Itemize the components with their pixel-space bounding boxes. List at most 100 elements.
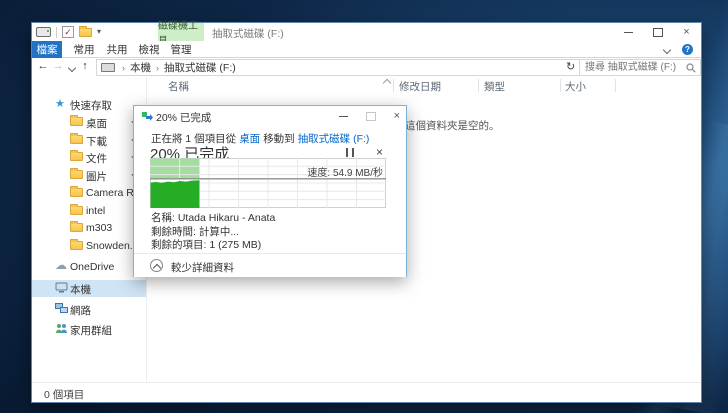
dialog-title: 20% 已完成 xyxy=(156,112,212,124)
destination-link[interactable]: 抽取式磁碟 (F:) xyxy=(298,133,370,145)
column-divider[interactable] xyxy=(615,79,616,92)
pause-button[interactable] xyxy=(346,148,354,157)
speed-label: 速度: 54.9 MB/秒 xyxy=(307,168,383,179)
sidebar-item-label: 文件 xyxy=(86,153,107,165)
ribbon-tab-row: 檔案 常用 共用 檢視 管理 ? xyxy=(32,41,701,58)
navigation-bar: ← → ↑ › 本機 › 抽取式磁碟 (F:) ↻ xyxy=(32,58,701,78)
sidebar-item-this-pc[interactable]: 本機 xyxy=(32,280,146,297)
dialog-title-bar: 20% 已完成 × xyxy=(134,106,406,126)
refresh-icon[interactable]: ↻ xyxy=(566,60,575,73)
folder-icon xyxy=(70,204,83,215)
recent-locations-icon[interactable] xyxy=(67,63,77,73)
operation-middle: 移動到 xyxy=(263,133,295,145)
tab-view[interactable]: 檢視 xyxy=(135,41,163,58)
search-icon xyxy=(686,63,696,73)
dialog-footer: 較少詳細資料 xyxy=(134,254,406,277)
tab-home[interactable]: 常用 xyxy=(70,41,98,58)
minimize-button[interactable] xyxy=(614,23,643,41)
new-folder-icon[interactable] xyxy=(79,25,92,37)
back-button[interactable]: ← xyxy=(36,60,50,72)
address-bar[interactable]: › 本機 › 抽取式磁碟 (F:) xyxy=(96,59,582,76)
sidebar-item-quick-access[interactable]: ★ 快速存取 xyxy=(32,96,146,113)
fewer-details-label[interactable]: 較少詳細資料 xyxy=(171,260,234,275)
column-divider[interactable] xyxy=(393,79,394,92)
search-box[interactable] xyxy=(579,59,701,76)
source-link[interactable]: 桌面 xyxy=(239,133,260,145)
customize-qat-icon[interactable]: ▾ xyxy=(97,27,101,37)
status-bar: 0 個項目 xyxy=(32,382,701,402)
dialog-minimize-icon[interactable] xyxy=(338,115,348,117)
location-drive-icon xyxy=(101,63,115,72)
window-drive-icon xyxy=(36,27,51,37)
sidebar-item-m303[interactable]: m303 xyxy=(32,220,146,237)
tab-file[interactable]: 檔案 xyxy=(32,41,62,58)
minimize-icon xyxy=(624,31,633,33)
empty-folder-message: 這個資料夾是空的。 xyxy=(405,120,500,132)
sidebar-item-label: 下載 xyxy=(86,136,107,148)
sidebar-item-camera-roll[interactable]: Camera Roll xyxy=(32,185,146,202)
sidebar-item-label: 家用群組 xyxy=(70,325,112,337)
transfer-details: 名稱: Utada Hikaru - Anata 剩餘時間: 計算中... 剩餘… xyxy=(151,212,275,253)
column-headers: 名稱 修改日期 類型 大小 xyxy=(147,77,700,94)
cancel-operation-button[interactable]: × xyxy=(376,145,383,159)
sidebar-item-homegroup[interactable]: 家用群組 xyxy=(32,321,146,338)
sidebar-item-label: 本機 xyxy=(70,284,91,296)
tab-manage[interactable]: 管理 xyxy=(167,41,195,58)
forward-button[interactable]: → xyxy=(51,60,65,72)
help-icon[interactable]: ? xyxy=(682,44,693,55)
column-header-modified[interactable]: 修改日期 xyxy=(399,79,441,94)
sidebar-item-label: m303 xyxy=(86,222,113,234)
sidebar-item-desktop[interactable]: 桌面 xyxy=(32,114,146,131)
network-icon xyxy=(55,303,68,313)
folder-icon xyxy=(70,239,83,250)
fewer-details-button[interactable] xyxy=(150,259,163,273)
sort-ascending-icon xyxy=(382,78,392,88)
sidebar-item-onedrive[interactable]: ☁ OneDrive xyxy=(32,259,146,276)
pause-icon xyxy=(352,148,354,157)
sidebar-item-network[interactable]: 網路 xyxy=(32,301,146,318)
sidebar-item-pictures[interactable]: 圖片 xyxy=(32,167,146,184)
sidebar-item-downloads[interactable]: 下載 xyxy=(32,132,146,149)
item-count: 0 個項目 xyxy=(44,389,85,401)
sidebar-item-intel[interactable]: intel xyxy=(32,203,146,220)
sidebar-item-label: 圖片 xyxy=(86,171,107,183)
folder-icon xyxy=(70,168,83,179)
contextual-tab-group-drive-tools: 磁碟機工具 xyxy=(158,21,204,47)
time-remaining-line: 剩餘時間: 計算中... xyxy=(151,225,240,238)
breadcrumb-this-pc[interactable]: 本機 xyxy=(130,60,151,75)
breadcrumb-current[interactable]: 抽取式磁碟 (F:) xyxy=(164,60,236,75)
dialog-window-controls: × xyxy=(338,106,400,126)
sidebar-item-label: intel xyxy=(86,205,106,217)
homegroup-icon xyxy=(56,324,67,333)
computer-icon xyxy=(55,282,68,293)
star-icon: ★ xyxy=(55,98,65,110)
column-divider[interactable] xyxy=(560,79,561,92)
maximize-button[interactable] xyxy=(643,23,672,41)
collapse-ribbon-icon[interactable] xyxy=(662,45,672,54)
onedrive-cloud-icon: ☁ xyxy=(55,258,67,272)
copy-progress-dialog: 20% 已完成 × 正在將 1 個項目從 桌面 移動到 抽取式磁碟 (F:) 20% … xyxy=(133,105,407,277)
desktop-wallpaper: ✓ ▾ 磁碟機工具 抽取式磁碟 (F:) × 檔案 常用 共用 檢視 管理 ? xyxy=(0,0,728,413)
file-transfer-icon xyxy=(142,112,153,121)
sidebar-item-documents[interactable]: 文件 xyxy=(32,149,146,166)
sidebar-item-label: 桌面 xyxy=(86,118,107,130)
up-button[interactable]: ↑ xyxy=(78,60,92,72)
sidebar-item-snowden[interactable]: Snowden.2016.108 xyxy=(32,238,177,255)
close-icon: × xyxy=(683,25,690,38)
search-input[interactable] xyxy=(583,61,685,74)
column-header-name[interactable]: 名稱 xyxy=(168,79,189,94)
column-divider[interactable] xyxy=(478,79,479,92)
properties-check-icon[interactable]: ✓ xyxy=(62,26,74,38)
column-header-type[interactable]: 類型 xyxy=(484,79,505,94)
speed-chart: 速度: 54.9 MB/秒 xyxy=(150,158,386,208)
sidebar-item-label: 網路 xyxy=(70,305,91,317)
sidebar-item-label: OneDrive xyxy=(70,261,115,273)
tab-share[interactable]: 共用 xyxy=(103,41,131,58)
column-header-size[interactable]: 大小 xyxy=(565,79,586,94)
close-button[interactable]: × xyxy=(672,23,701,41)
items-remaining-line: 剩餘的項目: 1 (275 MB) xyxy=(151,239,262,251)
dialog-close-icon[interactable]: × xyxy=(394,110,400,122)
ribbon-right-controls: ? xyxy=(662,44,693,55)
sidebar-item-label: 快速存取 xyxy=(70,100,112,112)
title-bar: ✓ ▾ 磁碟機工具 抽取式磁碟 (F:) × xyxy=(32,21,701,47)
